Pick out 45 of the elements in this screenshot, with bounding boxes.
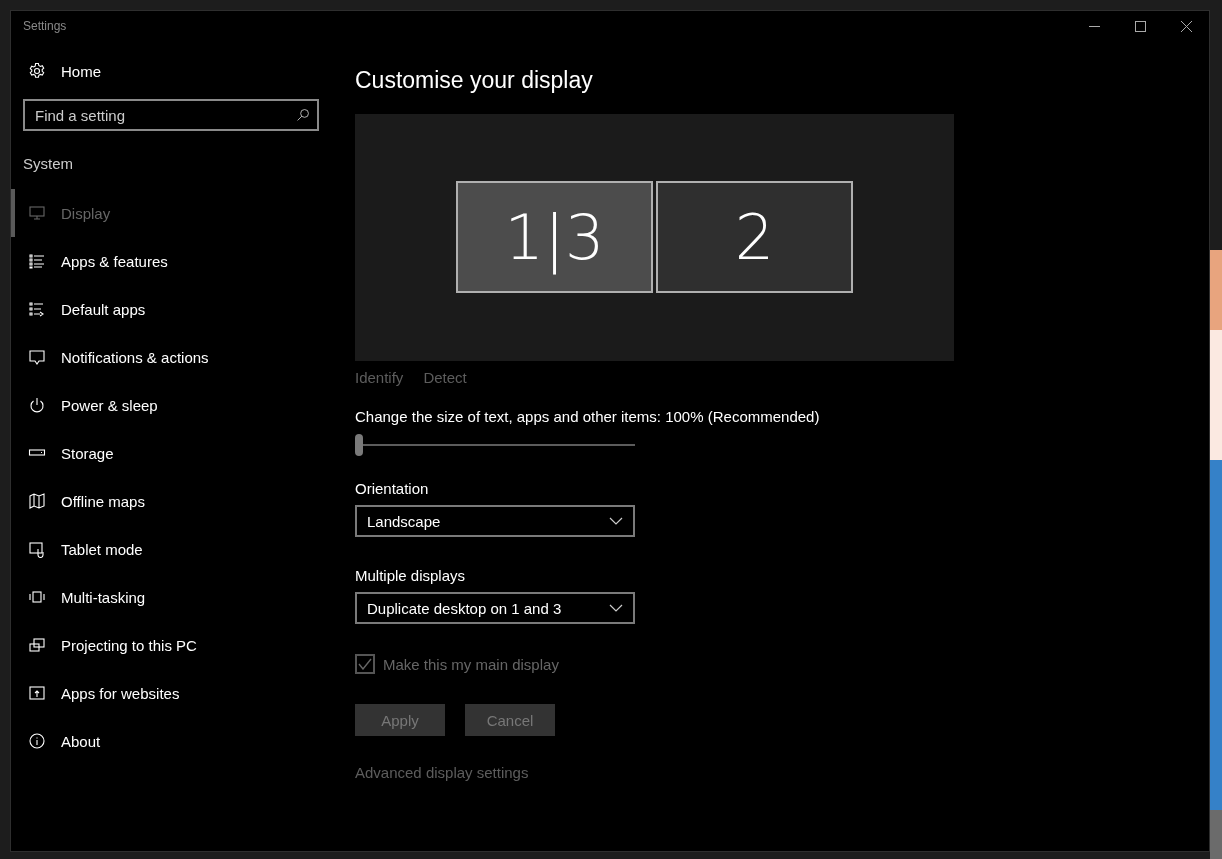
scale-slider[interactable]	[355, 434, 635, 456]
section-heading: System	[23, 155, 73, 172]
nav-icon	[28, 540, 46, 558]
nav-icon	[28, 684, 46, 702]
checkbox-label: Make this my main display	[383, 655, 559, 673]
nav-icon	[28, 636, 46, 654]
sidebar-item[interactable]: Power & sleep	[11, 381, 331, 429]
search-field[interactable]: Find a setting	[23, 99, 319, 131]
sidebar-item[interactable]: Display	[11, 189, 331, 237]
field-label: Multiple displays	[355, 567, 466, 584]
dropdown[interactable]: Duplicate desktop on 1 and 3	[355, 592, 635, 624]
sidebar-item[interactable]: Storage	[11, 429, 331, 477]
dropdown[interactable]: Landscape	[355, 505, 635, 537]
checkmark-icon	[358, 658, 372, 670]
sidebar-item[interactable]: Default apps	[11, 285, 331, 333]
monitor-tile[interactable]: 1|3	[456, 181, 653, 293]
chevron-down-icon	[609, 517, 623, 525]
nav-icon	[28, 492, 46, 510]
nav-icon	[28, 300, 46, 318]
sidebar-item[interactable]: Tablet mode	[11, 525, 331, 573]
scale-label: Change the size of text, apps and other items: 100% (Recommended)	[355, 408, 820, 425]
gear-icon	[28, 62, 46, 80]
sidebar-item[interactable]: Apps & features	[11, 237, 331, 285]
window-title: Settings	[23, 19, 68, 33]
nav-icon	[28, 396, 46, 414]
maximize-icon	[1134, 20, 1146, 32]
sidebar-item[interactable]: Multi-tasking	[11, 573, 331, 621]
home-link[interactable]: Home	[11, 48, 331, 94]
close-icon	[1180, 20, 1192, 32]
nav-icon	[28, 348, 46, 366]
slider-thumb[interactable]	[355, 434, 363, 456]
field-label: Orientation	[355, 480, 429, 497]
sidebar-item[interactable]: About	[11, 717, 331, 765]
sidebar-item[interactable]: Notifications & actions	[11, 333, 331, 381]
nav-icon	[28, 252, 46, 270]
sidebar-item[interactable]: Offline maps	[11, 477, 331, 525]
sidebar-item[interactable]: Apps for websites	[11, 669, 331, 717]
nav-icon	[28, 204, 46, 222]
nav-icon	[28, 588, 46, 606]
chevron-down-icon	[609, 604, 623, 612]
nav-icon	[28, 732, 46, 750]
monitor-tile[interactable]: 2	[656, 181, 853, 293]
search-icon	[296, 108, 310, 122]
page-title: Customise your display	[355, 67, 593, 94]
sidebar-item[interactable]: Projecting to this PC	[11, 621, 331, 669]
